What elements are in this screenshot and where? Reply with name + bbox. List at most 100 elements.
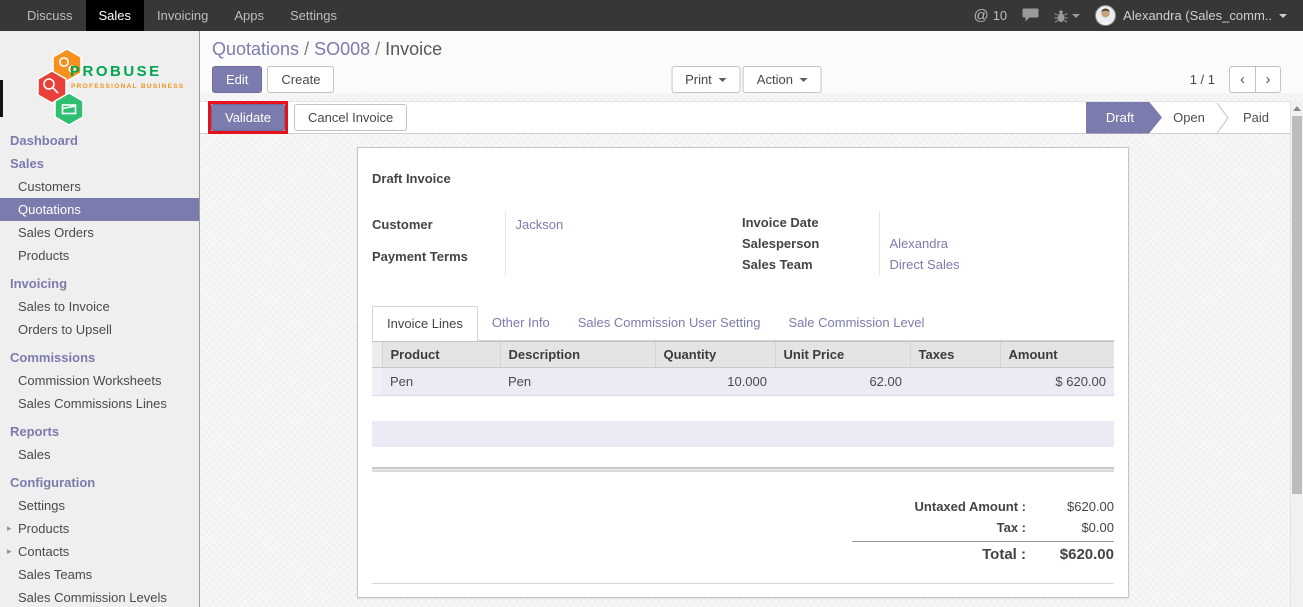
status-separator-chevron-icon [1216,102,1229,134]
edit-button[interactable]: Edit [212,66,262,93]
vertical-scrollbar[interactable] [1290,101,1303,607]
tax-value: $0.00 [1026,520,1114,535]
sidebar-item-sales-commission-levels[interactable]: Sales Commission Levels [0,586,199,607]
messages-button[interactable] [1022,8,1039,23]
col-amount: Amount [1000,342,1114,368]
top-menu: Discuss Sales Invoicing Apps Settings [14,0,350,31]
status-paid[interactable]: Paid [1229,102,1283,134]
pager-next-icon[interactable] [1255,66,1281,93]
cell-description: Pen [500,368,655,396]
pager-previous-icon[interactable] [1229,66,1255,93]
chevron-down-icon [1279,14,1287,18]
status-open[interactable]: Open [1162,102,1216,134]
sidebar-nav: Dashboard Sales Customers Quotations Sal… [0,129,199,607]
print-dropdown-button[interactable]: Print [671,66,741,93]
row-handle-column [372,342,382,368]
expand-caret-icon[interactable]: ▸ [7,523,12,534]
salesperson-value[interactable]: Alexandra [879,233,1114,254]
totals-divider [852,541,1114,542]
cancel-invoice-button[interactable]: Cancel Invoice [294,104,407,131]
tab-other-info[interactable]: Other Info [478,306,564,340]
status-pipeline: Draft Open Paid [1086,102,1283,134]
pager-buttons [1229,66,1281,93]
user-menu[interactable]: Alexandra (Sales_comm.. [1095,5,1287,26]
field-group-left: Customer Jackson Payment Terms [372,212,728,275]
top-right-tools: @ 10 Alexandra (Sales_comm.. [973,0,1303,31]
invoice-totals: Untaxed Amount : $620.00 Tax : $0.00 Tot… [852,496,1114,566]
expand-caret-icon[interactable]: ▸ [7,546,12,557]
cell-unit-price: 62.00 [775,368,910,396]
sidebar-item-customers[interactable]: Customers [0,175,199,198]
sidebar-item-quotations[interactable]: Quotations [0,198,199,221]
payment-terms-label: Payment Terms [372,244,505,276]
action-dropdown-button[interactable]: Action [743,66,822,93]
breadcrumb-quotations[interactable]: Quotations [212,39,299,59]
sidebar-item-sales-orders[interactable]: Sales Orders [0,221,199,244]
sales-team-value[interactable]: Direct Sales [879,254,1114,275]
action-dropdowns: Print Action [671,66,822,93]
sidebar-item-sales-commissions-lines[interactable]: Sales Commissions Lines [0,392,199,415]
top-menu-invoicing[interactable]: Invoicing [144,0,221,31]
row-handle [372,368,382,396]
sidebar-heading-reports[interactable]: Reports [0,420,199,443]
sidebar-item-sales-teams[interactable]: Sales Teams [0,563,199,586]
print-label: Print [685,72,712,87]
sidebar-item-config-products[interactable]: ▸ Products [0,517,199,540]
invoice-date-value [879,212,1114,233]
chevron-down-icon [1072,14,1080,18]
probuse-logo-hexagons [36,37,106,127]
user-name: Alexandra (Sales_comm.. [1123,8,1272,23]
probuse-logo-title: PROBUSE [70,63,162,80]
form-view-area: Draft Invoice Customer Jackson Payment T… [200,147,1303,588]
tax-label: Tax : [997,520,1026,535]
cell-quantity: 10.000 [655,368,775,396]
cell-product: Pen [382,368,500,396]
sidebar-heading-sales[interactable]: Sales [0,152,199,175]
breadcrumb-separator: / [375,39,380,59]
sidebar-item-commission-worksheets[interactable]: Commission Worksheets [0,369,199,392]
mentions-counter[interactable]: @ 10 [973,7,1007,24]
col-unit-price: Unit Price [775,342,910,368]
top-menu-sales[interactable]: Sales [86,0,145,31]
sidebar-item-orders-to-upsell[interactable]: Orders to Upsell [0,318,199,341]
sidebar-item-products[interactable]: Products [0,244,199,267]
scroll-up-arrow-icon[interactable] [1291,101,1303,115]
sidebar-heading-configuration[interactable]: Configuration [0,471,199,494]
avatar [1095,5,1116,26]
pager: 1 / 1 [1190,66,1281,93]
sheet-footer-divider [372,583,1114,584]
top-menu-discuss[interactable]: Discuss [14,0,86,31]
tab-sale-commission-level[interactable]: Sale Commission Level [775,306,939,340]
field-group-right: Invoice Date Salesperson Alexandra Sales… [742,212,1114,275]
action-label: Action [757,72,793,87]
chevron-down-icon [719,78,727,82]
sidebar-item-config-contacts[interactable]: ▸Contacts [0,540,199,563]
invoice-line-row[interactable]: Pen Pen 10.000 62.00 $ 620.00 [372,368,1114,396]
untaxed-amount-value: $620.00 [1026,499,1114,514]
sidebar-item-sales-to-invoice[interactable]: Sales to Invoice [0,295,199,318]
validate-button[interactable]: Validate [211,104,285,131]
scrollbar-thumb[interactable] [1292,116,1302,494]
sidebar-heading-commissions[interactable]: Commissions [0,346,199,369]
breadcrumb-current: Invoice [385,39,442,59]
field-row-payment-terms: Payment Terms [372,244,728,276]
breadcrumb: Quotations/SO008/Invoice [212,39,1281,60]
breadcrumb-so008[interactable]: SO008 [314,39,370,59]
status-draft[interactable]: Draft [1086,102,1162,134]
top-menu-apps[interactable]: Apps [221,0,277,31]
debug-menu-button[interactable] [1054,9,1080,23]
col-taxes: Taxes [910,342,1000,368]
sidebar-item-report-sales[interactable]: Sales [0,443,199,466]
sidebar-item-settings[interactable]: Settings [0,494,199,517]
col-product: Product [382,342,500,368]
create-button[interactable]: Create [267,66,334,93]
top-menu-settings[interactable]: Settings [277,0,350,31]
customer-value[interactable]: Jackson [505,212,728,244]
sidebar-heading-invoicing[interactable]: Invoicing [0,272,199,295]
tab-invoice-lines[interactable]: Invoice Lines [372,306,478,341]
col-quantity: Quantity [655,342,775,368]
screen-edge-artifact [0,80,3,117]
sidebar-heading-dashboard[interactable]: Dashboard [0,129,199,152]
sidebar-item-label: Products [18,521,69,536]
tab-sales-commission-user-setting[interactable]: Sales Commission User Setting [564,306,775,340]
